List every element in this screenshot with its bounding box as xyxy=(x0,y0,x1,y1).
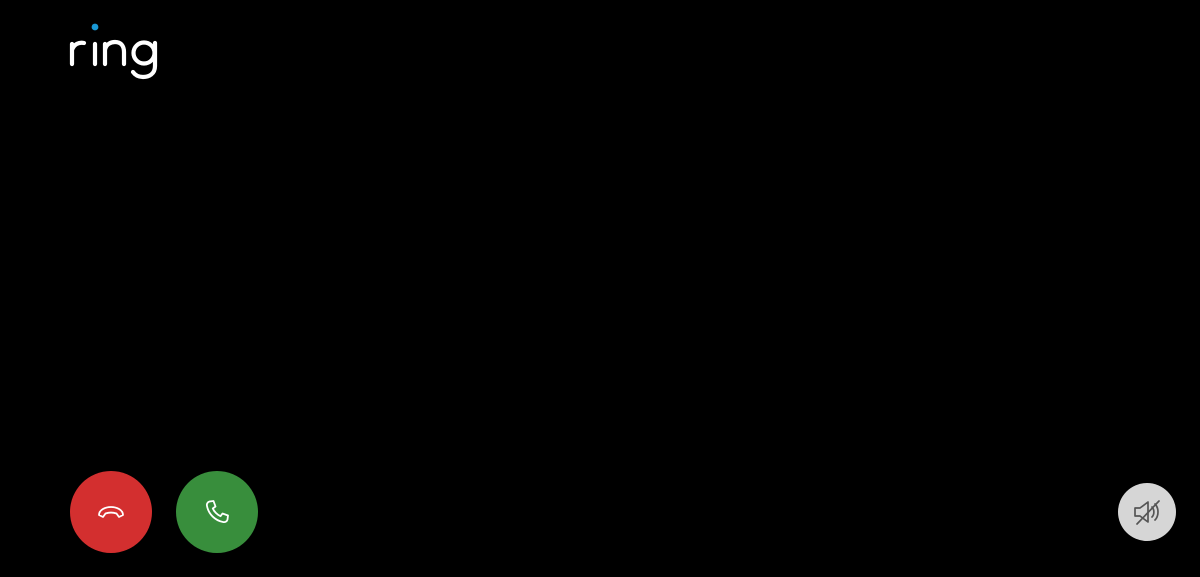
speaker-muted-icon xyxy=(1134,500,1160,525)
phone-hangup-icon xyxy=(98,506,124,518)
incoming-call-screen xyxy=(0,0,1200,577)
ring-logo xyxy=(69,23,158,80)
decline-call-button[interactable] xyxy=(70,471,152,553)
phone-icon xyxy=(205,500,229,524)
mute-audio-button[interactable] xyxy=(1118,483,1176,541)
ring-logo-dot xyxy=(91,23,99,31)
accept-call-button[interactable] xyxy=(176,471,258,553)
